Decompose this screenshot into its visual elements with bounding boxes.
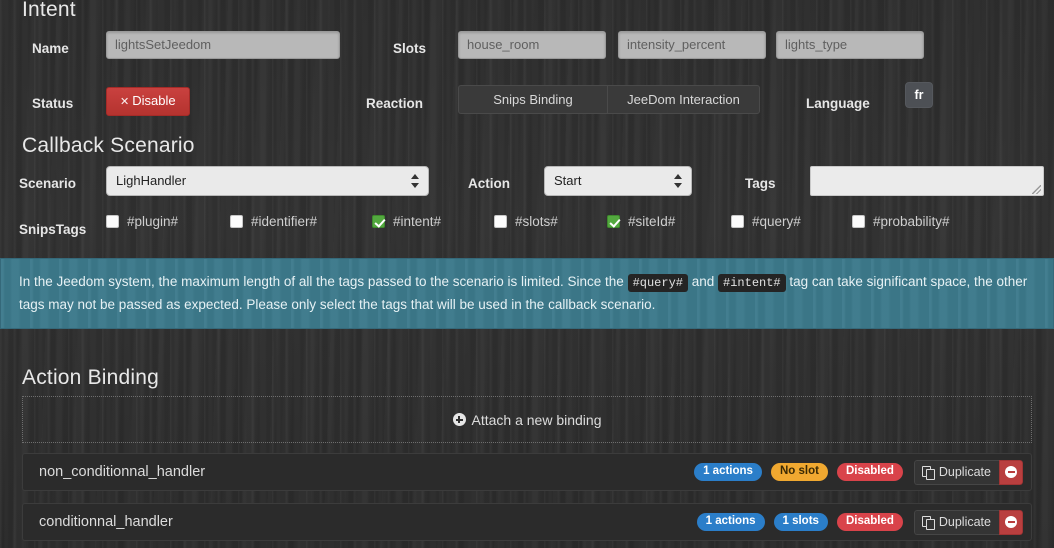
badge-status: Disabled (836, 462, 903, 482)
tags-label: Tags (745, 176, 776, 191)
minus-circle-icon (1005, 516, 1017, 528)
snipstag-label-siteid: #siteId# (628, 214, 676, 229)
alert-text-part2: and (687, 274, 719, 289)
intent-configuration-page: Intent Name lightsSetJeedom Slots house_… (0, 0, 1054, 548)
badge-slots-count: No slot (770, 462, 828, 482)
duplicate-binding-button[interactable]: Duplicate (913, 459, 999, 485)
snipstag-label-identifier: #identifier# (251, 214, 318, 229)
checkbox-query[interactable] (731, 215, 744, 228)
action-select[interactable]: Start (544, 166, 692, 196)
snipstag-label-plugin: #plugin# (127, 214, 179, 229)
language-badge-fr[interactable]: fr (905, 82, 933, 108)
scenario-label: Scenario (19, 176, 77, 191)
badge-slots-count: 1 slots (773, 512, 828, 532)
binding-row-non-conditionnal-handler[interactable]: non_conditionnal_handler 1 actions No sl… (22, 453, 1032, 491)
chevron-updown-icon (674, 174, 683, 188)
attach-new-binding-label: Attach a new binding (471, 411, 602, 428)
snipstag-item-intent[interactable]: #intent# (372, 214, 494, 229)
checkbox-siteid[interactable] (607, 215, 620, 228)
checkbox-probability[interactable] (852, 215, 865, 228)
binding-name: conditionnal_handler (39, 514, 173, 530)
intent-name-input[interactable]: lightsSetJeedom (106, 31, 340, 59)
reaction-button-group: Snips Binding JeeDom Interaction (458, 85, 760, 114)
snipstag-label-probability: #probability# (873, 214, 950, 229)
copy-icon (921, 466, 935, 480)
binding-name: non_conditionnal_handler (39, 464, 206, 480)
alert-text-part1: In the Jeedom system, the maximum length… (19, 274, 628, 289)
snipstag-item-plugin[interactable]: #plugin# (106, 214, 230, 229)
slot-input-1[interactable]: intensity_percent (618, 31, 766, 59)
snipstag-label-intent: #intent# (393, 214, 442, 229)
scenario-select[interactable]: LighHandler (106, 166, 429, 196)
resize-grip-icon[interactable] (1032, 185, 1041, 194)
chevron-updown-icon (411, 174, 420, 188)
snipstag-label-slots: #slots# (515, 214, 558, 229)
badge-actions-count: 1 actions (696, 512, 765, 532)
language-label: Language (806, 96, 870, 111)
disable-button-label: Disable (132, 93, 176, 108)
snipstags-label: SnipsTags (19, 222, 87, 237)
status-label: Status (32, 96, 74, 111)
tags-length-warning-alert: In the Jeedom system, the maximum length… (0, 258, 1054, 329)
snipstag-item-identifier[interactable]: #identifier# (230, 214, 372, 229)
checkbox-plugin[interactable] (106, 215, 119, 228)
snipstag-item-query[interactable]: #query# (731, 214, 852, 229)
attach-binding-panel[interactable]: Attach a new binding (22, 396, 1032, 443)
minus-circle-icon (1005, 466, 1017, 478)
badge-actions-count: 1 actions (694, 462, 762, 482)
alert-code-query: #query# (627, 274, 688, 292)
binding-actions-group: Duplicate (913, 459, 1023, 485)
attach-new-binding-link[interactable]: Attach a new binding (452, 411, 602, 428)
badge-status: Disabled (836, 512, 903, 532)
snipstag-item-probability[interactable]: #probability# (852, 214, 950, 229)
binding-actions-group: Duplicate (913, 509, 1023, 535)
reaction-option-snips-binding[interactable]: Snips Binding (458, 85, 607, 114)
tags-textarea[interactable] (810, 166, 1044, 196)
duplicate-button-label: Duplicate (938, 515, 991, 529)
checkbox-intent[interactable] (372, 215, 385, 228)
alert-code-intent: #intent# (718, 274, 786, 292)
duplicate-button-label: Duplicate (938, 465, 991, 479)
checkbox-slots[interactable] (494, 215, 507, 228)
slot-input-2[interactable]: lights_type (776, 31, 924, 59)
times-icon: ✕ (120, 96, 130, 108)
action-binding-title: Action Binding (22, 366, 160, 389)
reaction-label: Reaction (366, 96, 424, 111)
snipstag-item-siteid[interactable]: #siteId# (607, 214, 731, 229)
disable-status-button[interactable]: ✕ Disable (106, 87, 190, 116)
intent-section-title: Intent (22, 0, 76, 21)
binding-row-conditionnal-handler[interactable]: conditionnal_handler 1 actions 1 slots D… (22, 503, 1032, 541)
slots-label: Slots (393, 41, 427, 56)
slot-input-0[interactable]: house_room (458, 31, 606, 59)
snipstag-label-query: #query# (752, 214, 801, 229)
copy-icon (921, 516, 935, 530)
duplicate-binding-button[interactable]: Duplicate (913, 509, 999, 535)
snipstags-checkbox-row: #plugin# #identifier# #intent# #slots# #… (106, 214, 950, 229)
scenario-select-value: LighHandler (116, 173, 187, 188)
checkbox-identifier[interactable] (230, 215, 243, 228)
action-label: Action (468, 176, 510, 191)
name-label: Name (32, 41, 69, 56)
action-select-value: Start (554, 173, 582, 188)
remove-binding-button[interactable] (999, 509, 1023, 535)
reaction-option-jeedom-interaction[interactable]: JeeDom Interaction (607, 85, 760, 114)
remove-binding-button[interactable] (999, 459, 1023, 485)
callback-scenario-title: Callback Scenario (22, 134, 195, 157)
plus-circle-icon (452, 413, 466, 426)
snipstag-item-slots[interactable]: #slots# (494, 214, 607, 229)
